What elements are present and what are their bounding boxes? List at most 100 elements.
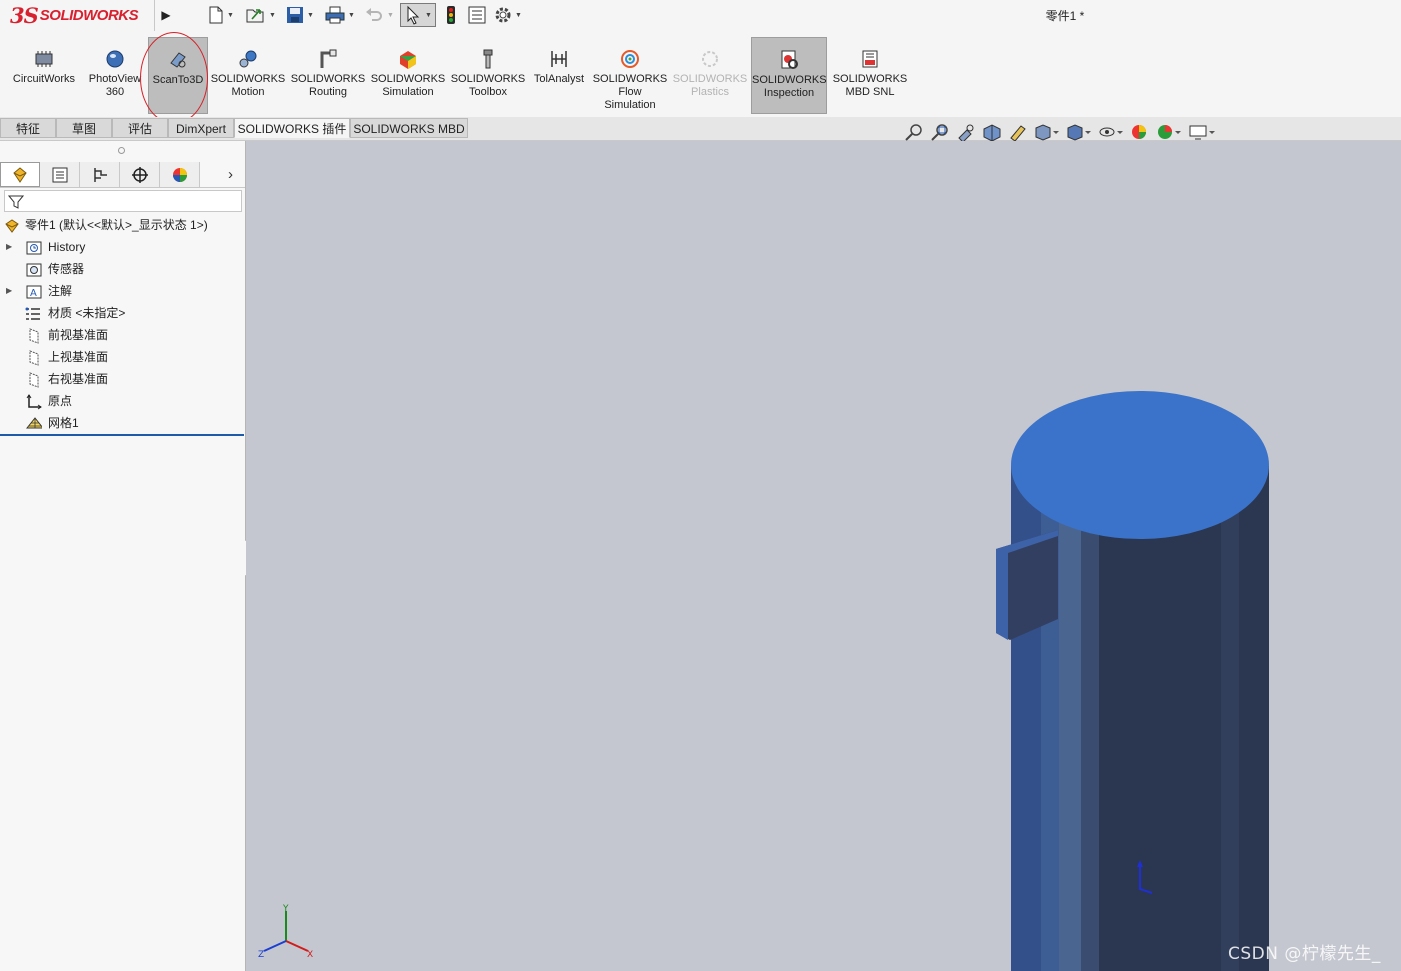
triad-z-label: Z [258,950,264,960]
hide-show-icon[interactable] [1098,123,1124,141]
tree-filter-input[interactable] [4,190,242,212]
file-properties-button[interactable] [468,4,486,26]
circuitworks-label: CircuitWorks [12,73,76,85]
zoom-area-icon[interactable] [930,123,950,141]
title-bar: 3S SOLIDWORKS ▶ ▼ ▼ ▼ ▼ ▼ ▼ ▼ 零件1 * [0,0,1401,32]
simulation-label: SOLIDWORKS Simulation [370,73,446,98]
apply-scene-icon[interactable] [1156,123,1182,141]
routing-icon [317,48,339,70]
display-style-icon[interactable] [1066,123,1092,141]
triad-x-label: X [307,950,313,960]
view-triad[interactable]: Y X Z [258,904,313,960]
tolanalyst-button[interactable]: TolAnalyst [521,37,597,114]
tab-propertymanager[interactable] [40,162,80,187]
simulation-icon [397,48,419,70]
select-arrow-icon [407,5,420,25]
tab-solidworks-addins[interactable]: SOLIDWORKS 插件 [234,118,350,138]
ds-logo-mark: 3S [10,3,39,28]
undo-button[interactable]: ▼ [364,4,394,26]
mbd-snl-icon [859,48,881,70]
tab-configurationmanager[interactable] [80,162,120,187]
solidworks-simulation-button[interactable]: SOLIDWORKS Simulation [370,37,446,114]
displaymanager-icon [172,167,187,182]
tolanalyst-label: TolAnalyst [533,73,585,85]
graphics-area[interactable]: Y X Z CSDN @柠檬先生_ [246,141,1401,971]
cylinder-top-face[interactable] [1011,391,1269,539]
title-divider [154,0,155,31]
motion-icon [237,48,259,70]
circuitworks-button[interactable]: CircuitWorks [6,37,82,114]
save-button[interactable]: ▼ [286,4,314,26]
tab-dimxpertmanager[interactable] [120,162,160,187]
open-folder-icon [246,9,264,23]
select-button[interactable]: ▼ [400,3,436,27]
open-button[interactable]: ▼ [246,4,276,26]
rollback-bar[interactable] [0,434,244,436]
tab-features[interactable]: 特征 [0,118,56,138]
plane-icon [29,350,39,366]
solidworks-logo[interactable]: 3S SOLIDWORKS [10,2,139,29]
tab-dimxpert[interactable]: DimXpert [168,118,234,138]
rebuild-button[interactable] [444,4,458,26]
plane-icon [29,372,39,388]
solidworks-routing-button[interactable]: SOLIDWORKS Routing [290,37,366,114]
flow-simulation-button[interactable]: SOLIDWORKS Flow Simulation [592,37,668,114]
photoview-360-button[interactable]: PhotoView 360 [77,37,153,114]
inspection-icon [778,49,800,71]
menu-expand-arrow-icon[interactable]: ▶ [158,6,174,24]
print-button[interactable]: ▼ [325,4,355,26]
panel-tabs-more-chevron-icon[interactable]: › [228,166,233,183]
undo-icon [366,8,382,21]
tab-solidworks-mbd[interactable]: SOLIDWORKS MBD [350,118,468,138]
history-folder-icon [26,241,42,255]
previous-view-icon[interactable] [956,123,976,141]
inspection-label: SOLIDWORKS Inspection [752,74,827,99]
section-view-icon[interactable] [982,123,1002,141]
plane-icon [29,328,39,344]
tab-evaluate[interactable]: 评估 [112,118,168,138]
csdn-watermark: CSDN @柠檬先生_ [1228,944,1381,964]
triad-y-label: Y [282,904,289,914]
part-icon [5,219,19,233]
tree-item-label: 传感器 [48,262,85,276]
dynamic-annotation-icon[interactable] [1008,123,1028,141]
options-button[interactable]: ▼ [494,4,522,26]
tree-item-label: 材质 <未指定> [48,306,126,320]
tree-item-label: 上视基准面 [48,350,109,364]
routing-label: SOLIDWORKS Routing [290,73,366,98]
document-title: 零件1 * [1045,9,1085,23]
tolanalyst-icon [548,48,570,70]
propertymanager-icon [52,167,67,182]
solidworks-toolbox-button[interactable]: SOLIDWORKS Toolbox [450,37,526,114]
command-manager: CircuitWorks PhotoView 360 ScanTo3D SOLI… [0,31,1401,118]
new-document-button[interactable]: ▼ [208,4,234,26]
tree-item-label: 网格1 [48,416,79,430]
cylinder-shade-mid [1081,466,1099,971]
edit-appearance-icon[interactable] [1130,123,1150,141]
tree-item-label: History [48,240,86,254]
solidworks-motion-button[interactable]: SOLIDWORKS Motion [210,37,286,114]
view-orientation-icon[interactable] [1034,123,1060,141]
tab-sketch[interactable]: 草图 [56,118,112,138]
zoom-to-fit-icon[interactable] [904,123,924,141]
annotations-icon: A [26,285,42,299]
rebuild-traffic-light-icon [447,6,455,24]
heads-up-view-toolbar [904,122,1216,142]
tab-displaymanager[interactable] [160,162,200,187]
tab-featuremanager[interactable] [0,162,40,187]
mbd-snl-button[interactable]: SOLIDWORKS MBD SNL [832,37,908,114]
plastics-icon [699,48,721,70]
mbd-snl-label: SOLIDWORKS MBD SNL [832,73,908,98]
toolbox-label: SOLIDWORKS Toolbox [450,73,526,98]
solidworks-inspection-button[interactable]: SOLIDWORKS Inspection [751,37,827,114]
dimxpertmanager-icon [131,166,148,183]
expand-arrow-icon[interactable]: ▶ [6,280,16,302]
print-icon [325,6,345,24]
panel-grip-handle[interactable] [118,147,125,154]
scanto3d-button[interactable]: ScanTo3D [148,37,208,114]
view-settings-icon[interactable] [1188,123,1216,141]
flow-simulation-icon [619,48,641,70]
expand-arrow-icon[interactable]: ▶ [6,236,16,258]
solidworks-plastics-button[interactable]: SOLIDWORKS Plastics [672,37,748,114]
new-document-icon [209,6,223,24]
